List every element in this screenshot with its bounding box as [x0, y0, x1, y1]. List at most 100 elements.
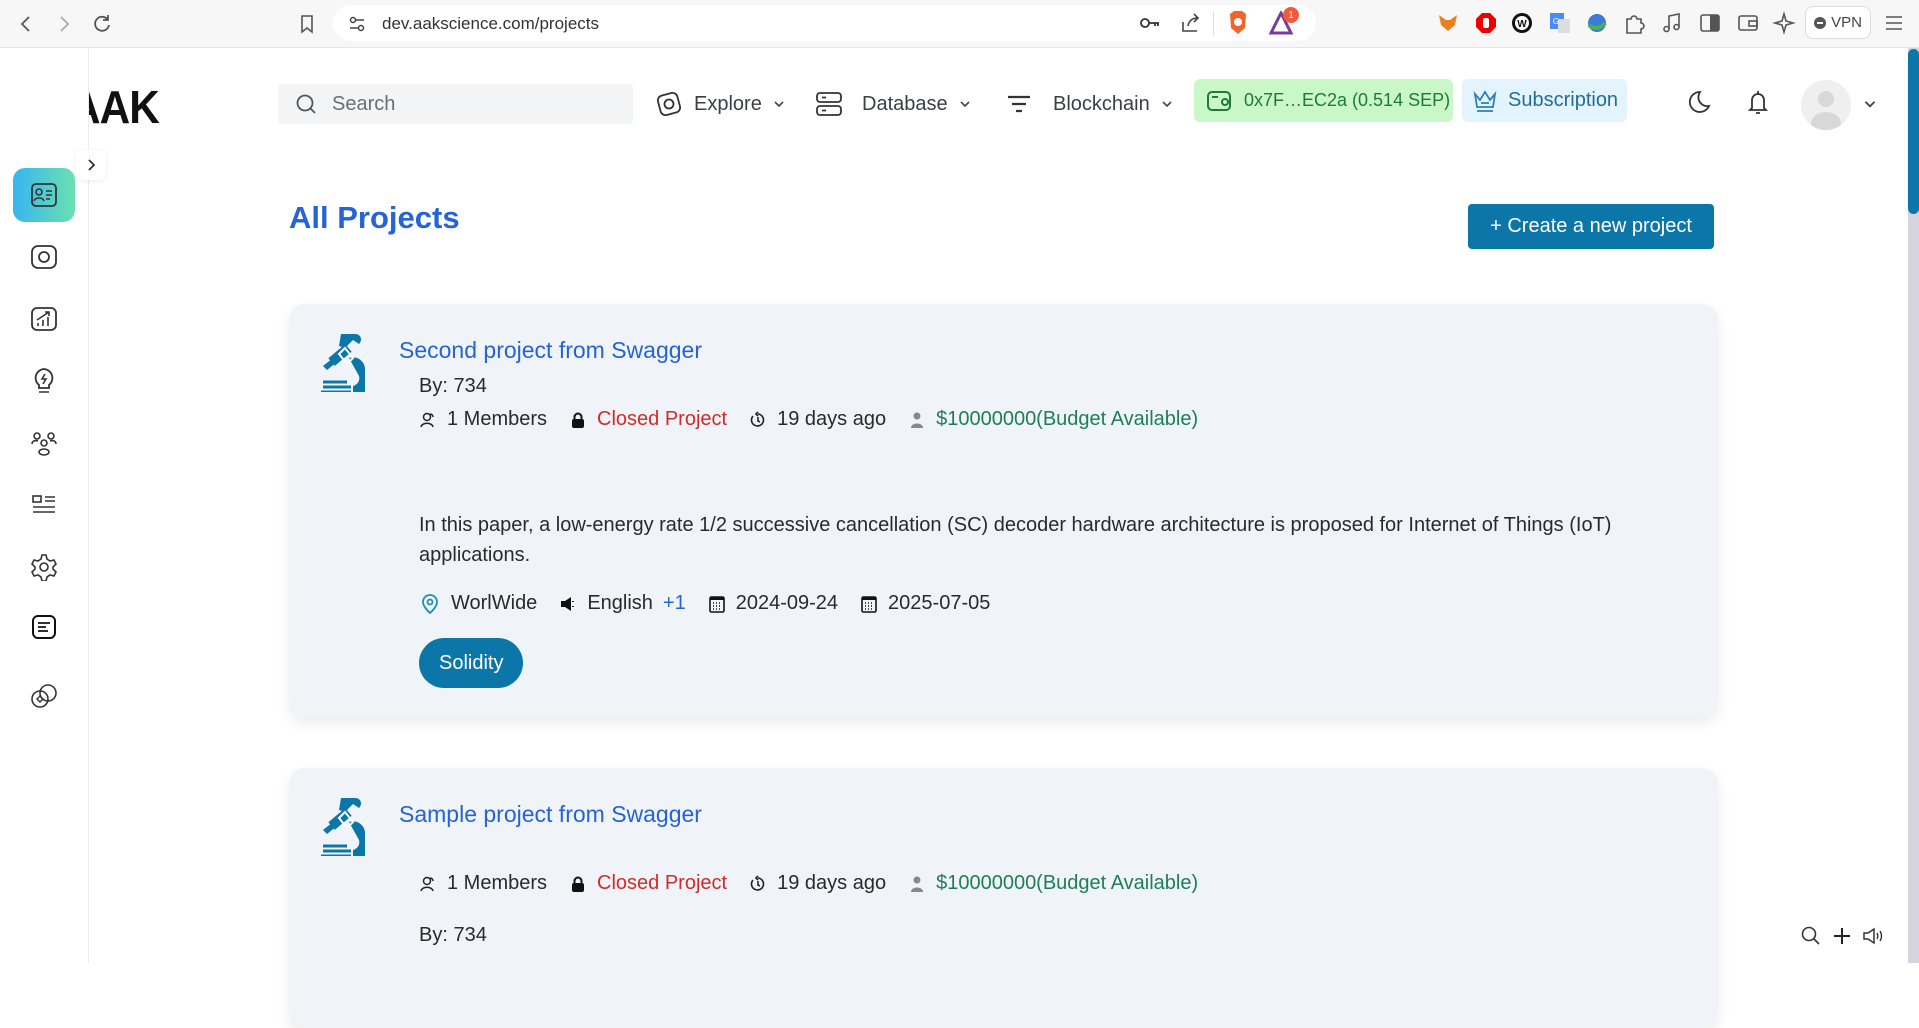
notification-badge: 1 [1283, 7, 1299, 23]
budget-user-icon [911, 876, 924, 892]
google-translate-icon[interactable]: G [1548, 11, 1572, 35]
leo-ai-icon[interactable] [1772, 11, 1796, 35]
brave-shields-icon[interactable] [1226, 10, 1250, 36]
sidebar-item-teams[interactable] [13, 416, 75, 470]
project-author: By: 734 [419, 375, 487, 397]
sidebar-item-list[interactable] [13, 478, 75, 532]
profile-menu-chevron[interactable] [1862, 96, 1878, 112]
user-avatar-icon [1811, 91, 1841, 130]
vpn-label: VPN [1831, 14, 1862, 31]
plus-icon [1834, 928, 1850, 944]
svg-text:G: G [1553, 17, 1559, 26]
members-count: 1 Members [447, 408, 548, 430]
adblock-icon[interactable] [1474, 11, 1498, 35]
address-bar[interactable]: dev.aakscience.com/projects 1 [333, 5, 1316, 41]
metamask-icon[interactable] [1436, 11, 1460, 35]
site-settings-icon[interactable] [347, 14, 367, 34]
explore-menu[interactable]: Explore [654, 84, 786, 124]
database-label: Database [862, 92, 948, 115]
password-key-icon[interactable] [1139, 13, 1161, 33]
explore-label: Explore [694, 92, 762, 115]
created-time: 19 days ago [777, 872, 887, 894]
sidebar-item-scan[interactable] [13, 230, 75, 284]
project-card: Second project from Swagger 1 Members Cl… [289, 304, 1718, 717]
music-icon[interactable] [1660, 11, 1684, 35]
visibility-status: Closed Project [597, 872, 728, 894]
microscope-icon [321, 798, 366, 856]
sidebar-item-documents[interactable] [13, 600, 75, 654]
blockchain-menu[interactable]: Blockchain [1005, 84, 1174, 124]
puzzle-icon[interactable] [1622, 11, 1646, 35]
brave-rewards-icon[interactable]: 1 [1269, 7, 1299, 35]
reload-button[interactable] [90, 12, 114, 36]
download-manager-icon[interactable] [1585, 11, 1609, 35]
crown-icon [1473, 89, 1497, 112]
tag-solidity[interactable]: Solidity [419, 638, 524, 688]
language-extra-count[interactable]: +1 [663, 592, 686, 615]
create-project-button[interactable]: + Create a new project [1468, 204, 1714, 249]
location-text: WorlWide [451, 592, 538, 614]
wombat-icon[interactable]: W [1510, 11, 1534, 35]
search-input[interactable]: Search [278, 84, 633, 124]
subscription-button[interactable]: Subscription [1462, 79, 1627, 122]
browser-menu-icon[interactable] [1882, 11, 1906, 35]
moon-icon [1688, 91, 1711, 113]
chevron-down-icon [1162, 101, 1172, 108]
forward-button[interactable] [52, 12, 76, 36]
coins-icon [31, 684, 57, 708]
lock-icon [572, 412, 585, 428]
created-time: 19 days ago [777, 408, 887, 430]
page-scrollbar-thumb[interactable] [1908, 49, 1919, 214]
history-icon [750, 874, 765, 891]
sidebar-item-coins[interactable] [13, 669, 75, 723]
team-icon [31, 432, 57, 456]
calendar-icon [861, 595, 877, 613]
budget-user-icon [911, 412, 924, 428]
avatar[interactable] [1801, 80, 1851, 130]
search-icon [1801, 926, 1820, 945]
idea-bulb-icon [34, 368, 54, 393]
list-layout-icon [32, 495, 55, 513]
sidebar-item-ideas[interactable] [13, 354, 75, 408]
project-title-link[interactable]: Second project from Swagger [399, 337, 702, 364]
calendar-icon [708, 595, 725, 613]
subscription-label: Subscription [1508, 89, 1619, 111]
sidebar-expand-button[interactable] [76, 150, 106, 180]
language-text: English [587, 592, 653, 614]
language-speaker-icon [561, 596, 575, 611]
chevron-down-icon [774, 101, 784, 108]
divider [1213, 11, 1214, 35]
back-button[interactable] [14, 12, 38, 36]
database-icon [816, 92, 842, 116]
add-button[interactable] [1831, 925, 1853, 947]
vpn-status-icon [1814, 16, 1827, 29]
vpn-button[interactable]: VPN [1805, 6, 1871, 39]
explore-icon [656, 91, 682, 117]
sidebar-item-analytics[interactable] [13, 292, 75, 346]
project-meta: 1 Members Closed Project 19 days ago $10… [419, 872, 1220, 895]
sidebar-item-settings[interactable] [13, 540, 75, 594]
budget-amount: $10000000(Budget Available) [936, 408, 1199, 430]
wallet-icon[interactable] [1736, 11, 1760, 35]
bookmark-icon[interactable] [295, 12, 319, 36]
members-icon [420, 876, 434, 891]
read-aloud-button[interactable] [1862, 925, 1884, 947]
members-icon [420, 412, 434, 427]
lock-icon [572, 876, 585, 892]
database-menu[interactable]: Database [814, 84, 972, 124]
search-placeholder: Search [332, 92, 396, 115]
project-details: WorlWide English +1 2024-09-24 2025-07-0… [419, 592, 1012, 615]
browser-toolbar: dev.aakscience.com/projects 1 W G VPN [0, 0, 1919, 48]
wallet-button[interactable]: 0x7F…EC2a (0.514 SEP) [1194, 79, 1453, 122]
zoom-search-button[interactable] [1800, 925, 1822, 947]
notifications-button[interactable] [1744, 88, 1772, 116]
chevron-down-icon [960, 101, 970, 108]
sidebar-toggle-icon[interactable] [1698, 11, 1722, 35]
project-title-link[interactable]: Sample project from Swagger [399, 801, 702, 828]
url-text: dev.aakscience.com/projects [382, 14, 600, 33]
members-count: 1 Members [447, 872, 548, 894]
share-icon[interactable] [1180, 12, 1202, 34]
page-title: All Projects [289, 200, 460, 235]
dark-mode-toggle[interactable] [1684, 88, 1712, 116]
sidebar-item-profile[interactable] [13, 168, 75, 222]
